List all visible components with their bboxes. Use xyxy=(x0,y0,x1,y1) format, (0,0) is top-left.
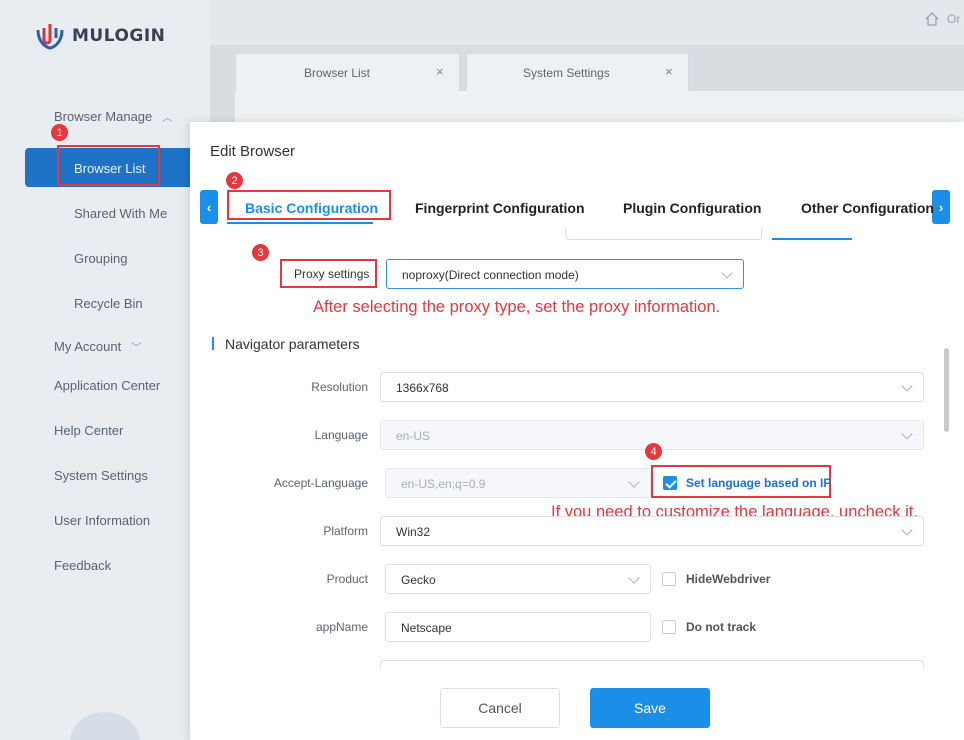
cancel-button[interactable]: Cancel xyxy=(440,688,560,728)
annotation-box-1 xyxy=(57,145,160,186)
chevron-down-icon xyxy=(901,428,913,440)
section-accent-bar xyxy=(212,337,214,350)
proxy-settings-label: Proxy settings xyxy=(294,267,370,281)
appname-input[interactable]: Netscape xyxy=(385,612,651,642)
annotation-marker-2: 2 xyxy=(226,172,243,189)
partially-hidden-field xyxy=(565,228,762,240)
proxy-type-value: noproxy(Direct connection mode) xyxy=(402,268,579,282)
appname-label: appName xyxy=(315,620,368,634)
nav-recycle-bin[interactable]: Recycle Bin xyxy=(74,296,143,311)
chevron-down-icon xyxy=(901,380,913,392)
platform-label: Platform xyxy=(323,524,368,538)
navigator-parameters-title: Navigator parameters xyxy=(225,336,360,352)
do-not-track-label[interactable]: Do not track xyxy=(686,620,756,634)
accept-language-value: en-US,en;q=0.9 xyxy=(401,477,486,491)
chevron-down-icon xyxy=(628,572,640,584)
avatar[interactable] xyxy=(70,712,140,740)
appname-value: Netscape xyxy=(401,621,452,635)
nav-application-center[interactable]: Application Center xyxy=(54,378,160,393)
app-sidebar: MULOGIN Browser Manage ︿ Browser List Sha… xyxy=(0,0,210,740)
tab-plugin-configuration[interactable]: Plugin Configuration xyxy=(623,200,761,216)
nav-shared-with-me[interactable]: Shared With Me xyxy=(74,206,167,221)
annotation-marker-4: 4 xyxy=(645,443,662,460)
mulogin-logo-icon xyxy=(36,24,64,50)
scroll-right-button[interactable]: › xyxy=(932,190,950,224)
set-language-ip-checkbox[interactable] xyxy=(663,476,677,490)
tab-other-configuration[interactable]: Other Configuration xyxy=(801,200,934,216)
logo-text: MULOGIN xyxy=(72,26,166,46)
product-select[interactable]: Gecko xyxy=(385,564,651,594)
nav-grouping[interactable]: Grouping xyxy=(74,251,127,266)
hide-webdriver-label[interactable]: HideWebdriver xyxy=(686,572,770,586)
nav-system-settings[interactable]: System Settings xyxy=(54,468,148,483)
tab-browser-list[interactable]: Browser List × xyxy=(235,53,460,91)
language-value: en-US xyxy=(396,429,431,443)
close-icon[interactable]: × xyxy=(436,64,444,79)
annotation-note-proxy: After selecting the proxy type, set the … xyxy=(313,298,721,316)
hide-webdriver-checkbox[interactable] xyxy=(662,572,676,586)
dialog-scrollbar[interactable] xyxy=(944,348,949,432)
edit-browser-dialog: Edit Browser ‹ › Basic Configuration Fin… xyxy=(190,122,964,740)
nav-browser-manage-label: Browser Manage xyxy=(54,109,153,124)
annotation-marker-3: 3 xyxy=(252,244,269,261)
app-topbar xyxy=(210,0,964,45)
topbar-text: Or xyxy=(947,12,961,26)
product-value: Gecko xyxy=(401,573,436,587)
content-toolbar xyxy=(235,91,964,123)
tab-system-settings-label: System Settings xyxy=(523,66,610,80)
annotation-marker-1: 1 xyxy=(51,124,68,141)
resolution-select[interactable]: 1366x768 xyxy=(380,372,924,402)
annotation-box-2 xyxy=(227,190,391,220)
chevron-up-icon: ︿ xyxy=(162,113,173,124)
active-tab-indicator xyxy=(227,222,373,224)
platform-value: Win32 xyxy=(396,525,431,539)
platform-select[interactable]: Win32 xyxy=(380,516,924,546)
nav-browser-manage[interactable]: Browser Manage ︿ xyxy=(54,109,172,124)
next-field-partial[interactable] xyxy=(380,660,924,668)
proxy-type-select[interactable]: noproxy(Direct connection mode) xyxy=(386,259,744,289)
resolution-value: 1366x768 xyxy=(396,381,449,395)
tab-fingerprint-configuration[interactable]: Fingerprint Configuration xyxy=(415,200,585,216)
chevron-down-icon xyxy=(901,524,913,536)
accept-language-label: Accept-Language xyxy=(273,476,368,490)
accept-language-select: en-US,en;q=0.9 xyxy=(385,468,651,498)
chevron-down-icon: ﹀ xyxy=(131,343,142,354)
mulogin-logo: MULOGIN xyxy=(34,20,165,52)
nav-feedback[interactable]: Feedback xyxy=(54,558,111,573)
do-not-track-checkbox[interactable] xyxy=(662,620,676,634)
resolution-label: Resolution xyxy=(311,380,368,394)
tab-browser-list-label: Browser List xyxy=(304,66,371,80)
language-label: Language xyxy=(314,428,368,442)
partially-hidden-button xyxy=(772,238,852,240)
save-button[interactable]: Save xyxy=(590,688,710,728)
close-icon[interactable]: × xyxy=(665,64,673,79)
tab-system-settings[interactable]: System Settings × xyxy=(466,53,689,91)
scroll-left-button[interactable]: ‹ xyxy=(200,190,218,224)
nav-my-account-label: My Account xyxy=(54,339,122,354)
nav-my-account[interactable]: My Account ﹀ xyxy=(54,339,141,354)
nav-user-information[interactable]: User Information xyxy=(54,513,150,528)
chevron-down-icon xyxy=(721,267,733,279)
chevron-down-icon xyxy=(628,476,640,488)
set-language-ip-label[interactable]: Set language based on IP xyxy=(686,476,831,490)
dialog-title: Edit Browser xyxy=(210,143,296,160)
product-label: Product xyxy=(326,572,368,586)
nav-help-center[interactable]: Help Center xyxy=(54,423,123,438)
home-icon[interactable] xyxy=(924,11,940,27)
